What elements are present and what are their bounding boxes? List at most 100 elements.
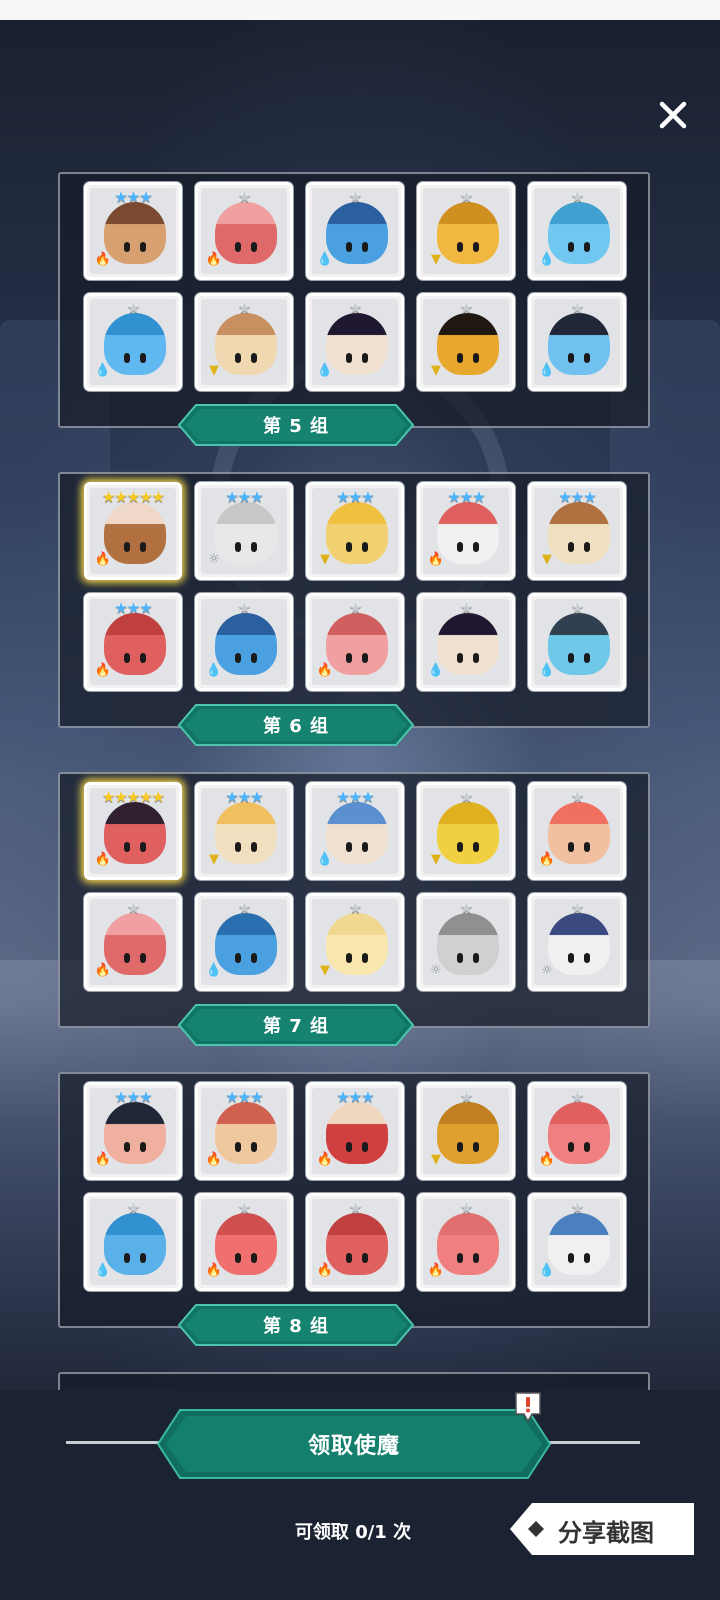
portrait-eye bbox=[140, 542, 146, 552]
portrait-eye bbox=[568, 1142, 574, 1152]
fire-element-icon: 🔥 bbox=[94, 551, 112, 567]
familiar-card[interactable]: ★★★ 🔥 bbox=[84, 593, 182, 691]
familiar-card[interactable]: ★ 💧 bbox=[306, 293, 404, 391]
familiar-card[interactable]: ★★★★★ 🔥 bbox=[84, 482, 182, 580]
familiar-card-bg: ★ 💧 bbox=[534, 188, 620, 274]
familiar-card-bg: ★ 💧 bbox=[534, 1199, 620, 1285]
familiar-card[interactable]: ★★★ 🔥 bbox=[195, 1082, 293, 1180]
familiar-card[interactable]: ★ 💧 bbox=[528, 293, 626, 391]
familiar-card[interactable]: ★★★ ☼ bbox=[195, 482, 293, 580]
familiar-card-bg: ★ ☼ bbox=[423, 899, 509, 985]
familiar-portrait bbox=[437, 913, 499, 975]
star-rating-icon: ★★★ bbox=[336, 1088, 374, 1106]
familiar-portrait bbox=[104, 502, 166, 564]
familiar-card[interactable]: ★★★ 🔥 bbox=[84, 1082, 182, 1180]
familiar-portrait bbox=[104, 202, 166, 264]
familiar-card-bg: ★★★ 🔥 bbox=[423, 488, 509, 574]
familiar-card[interactable]: ★ ☼ bbox=[528, 893, 626, 991]
familiar-card[interactable]: ★ 💧 bbox=[195, 593, 293, 691]
familiar-portrait bbox=[326, 1102, 388, 1164]
familiar-card[interactable]: ★ 🔥 bbox=[84, 893, 182, 991]
familiar-card[interactable]: ★ ▼ bbox=[417, 782, 515, 880]
familiar-card[interactable]: ★ ▼ bbox=[195, 293, 293, 391]
water-element-icon: 💧 bbox=[538, 251, 556, 267]
portrait-eye bbox=[235, 353, 241, 363]
fire-element-icon: 🔥 bbox=[94, 1151, 112, 1167]
group-label: 第 5 组 bbox=[262, 416, 330, 437]
familiar-grid: ★★★★★ 🔥 ★★★ ▼ ★★★ 💧 ★ ▼ ★ 🔥 ★ 🔥 ★ 💧 ★ ▼ ★ ☼ ★ ☼ bbox=[84, 782, 626, 991]
portrait-eye bbox=[568, 242, 574, 252]
claim-familiar-button[interactable]: 领取使魔 bbox=[156, 1408, 552, 1480]
familiar-card[interactable]: ★★★ ▼ bbox=[306, 482, 404, 580]
portrait-eye bbox=[473, 353, 479, 363]
portrait-eye bbox=[473, 1253, 479, 1263]
portrait-eye bbox=[140, 653, 146, 663]
familiar-card[interactable]: ★ 🔥 bbox=[306, 593, 404, 691]
water-element-icon: 💧 bbox=[205, 962, 223, 978]
portrait-eye bbox=[346, 1142, 352, 1152]
fire-element-icon: 🔥 bbox=[94, 662, 112, 678]
fire-element-icon: 🔥 bbox=[94, 251, 112, 267]
portrait-eye bbox=[457, 953, 463, 963]
familiar-card[interactable]: ★ 💧 bbox=[528, 593, 626, 691]
familiar-card-bg: ★ 💧 bbox=[201, 899, 287, 985]
familiar-card[interactable]: ★ ☼ bbox=[417, 893, 515, 991]
familiar-card[interactable]: ★ 💧 bbox=[528, 182, 626, 280]
familiar-card[interactable]: ★ ▼ bbox=[417, 293, 515, 391]
earth-element-icon: ▼ bbox=[320, 551, 330, 567]
familiar-card[interactable]: ★ 💧 bbox=[528, 1193, 626, 1291]
water-element-icon: 💧 bbox=[94, 1262, 112, 1278]
familiar-card[interactable]: ★★★ 🔥 bbox=[306, 1082, 404, 1180]
familiar-card-bg: ★ 💧 bbox=[90, 1199, 176, 1285]
familiar-card[interactable]: ★★★ ▼ bbox=[528, 482, 626, 580]
familiar-card[interactable]: ★ 🔥 bbox=[528, 1082, 626, 1180]
familiar-card[interactable]: ★ 🔥 bbox=[528, 782, 626, 880]
portrait-eye bbox=[568, 542, 574, 552]
familiar-card[interactable]: ★ 💧 bbox=[306, 182, 404, 280]
close-button[interactable] bbox=[652, 94, 694, 136]
portrait-eye bbox=[362, 953, 368, 963]
portrait-eye bbox=[124, 542, 130, 552]
familiar-card[interactable]: ★★★ ▼ bbox=[195, 782, 293, 880]
star-rating-icon: ★ bbox=[459, 899, 473, 917]
familiar-card[interactable]: ★★★ 🔥 bbox=[84, 182, 182, 280]
status-bar bbox=[0, 0, 720, 20]
star-rating-icon: ★ bbox=[459, 788, 473, 806]
familiar-card-bg: ★ 💧 bbox=[534, 299, 620, 385]
star-rating-icon: ★ bbox=[570, 899, 584, 917]
familiar-card[interactable]: ★ 🔥 bbox=[195, 1193, 293, 1291]
familiar-group-panel: ★★★ 🔥 ★★★ 🔥 ★★★ 🔥 ★ ▼ ★ 🔥 ★ 💧 ★ 🔥 ★ 🔥 ★ 🔥 ★ 💧 bbox=[58, 1072, 650, 1328]
familiar-card[interactable]: ★ 💧 bbox=[417, 593, 515, 691]
familiar-card[interactable]: ★ ▼ bbox=[417, 182, 515, 280]
familiar-card[interactable]: ★ ▼ bbox=[417, 1082, 515, 1180]
familiar-portrait bbox=[548, 802, 610, 864]
star-rating-icon: ★★★ bbox=[336, 788, 374, 806]
familiar-portrait bbox=[548, 313, 610, 375]
fire-element-icon: 🔥 bbox=[94, 851, 112, 867]
familiar-card[interactable]: ★★★ 💧 bbox=[306, 782, 404, 880]
familiar-card[interactable]: ★ ▼ bbox=[306, 893, 404, 991]
star-rating-icon: ★ bbox=[237, 188, 251, 206]
portrait-eye bbox=[124, 1142, 130, 1152]
familiar-card[interactable]: ★ 🔥 bbox=[417, 1193, 515, 1291]
group-list[interactable]: ★★★ 🔥 ★ 🔥 ★ 💧 ★ ▼ ★ 💧 ★ 💧 ★ ▼ ★ 💧 ★ ▼ ★ 💧 第 5 组 ★★★★★ 🔥 ★★★ ☼ ★★★… bbox=[0, 160, 720, 1410]
portrait-eye bbox=[251, 653, 257, 663]
familiar-card[interactable]: ★★★★★ 🔥 bbox=[84, 782, 182, 880]
familiar-card[interactable]: ★ 🔥 bbox=[195, 182, 293, 280]
fire-element-icon: 🔥 bbox=[205, 251, 223, 267]
familiar-card[interactable]: ★ 💧 bbox=[84, 293, 182, 391]
familiar-card[interactable]: ★ 💧 bbox=[84, 1193, 182, 1291]
familiar-card-bg: ★ ☼ bbox=[534, 899, 620, 985]
share-screenshot-button[interactable]: 分享截图 bbox=[510, 1503, 694, 1555]
familiar-portrait bbox=[548, 202, 610, 264]
alert-icon bbox=[512, 1390, 544, 1424]
familiar-card[interactable]: ★★★ 🔥 bbox=[417, 482, 515, 580]
familiar-card[interactable]: ★ 💧 bbox=[195, 893, 293, 991]
familiar-portrait bbox=[437, 613, 499, 675]
earth-element-icon: ▼ bbox=[431, 851, 441, 867]
star-rating-icon: ★ bbox=[459, 1088, 473, 1106]
familiar-card[interactable]: ★ 🔥 bbox=[306, 1193, 404, 1291]
star-rating-icon: ★ bbox=[459, 599, 473, 617]
portrait-eye bbox=[346, 353, 352, 363]
star-rating-icon: ★ bbox=[237, 599, 251, 617]
